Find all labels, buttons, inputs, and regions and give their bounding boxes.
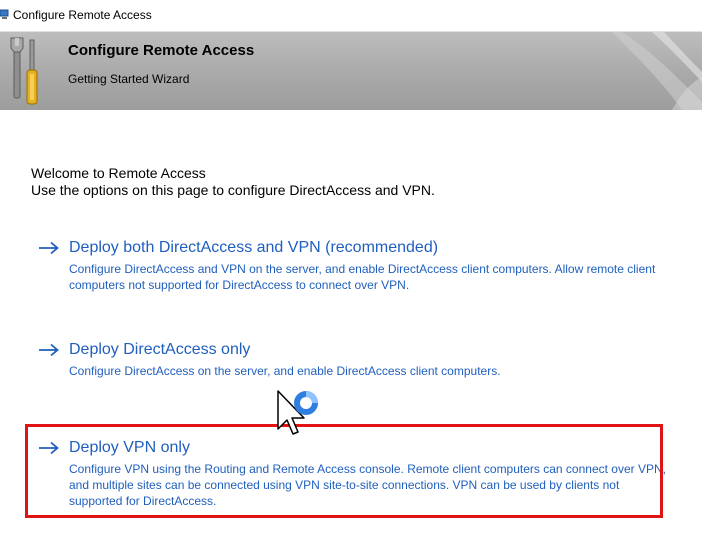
wizard-banner: Configure Remote Access Getting Started …	[0, 32, 702, 110]
option-header[interactable]: Deploy both DirectAccess and VPN (recomm…	[38, 237, 668, 259]
option-description: Configure DirectAccess and VPN on the se…	[69, 262, 656, 292]
busy-cursor-icon	[277, 390, 318, 435]
intro-text: Welcome to Remote Access Use the options…	[31, 165, 435, 199]
banner-title: Configure Remote Access	[68, 42, 255, 59]
option-deploy-directaccess[interactable]: Deploy DirectAccess only Configure Direc…	[38, 339, 668, 379]
welcome-heading: Welcome to Remote Access	[31, 165, 206, 181]
option-header[interactable]: Deploy DirectAccess only	[38, 339, 668, 361]
option-description: Configure DirectAccess on the server, an…	[69, 364, 501, 378]
tools-icon	[10, 37, 38, 105]
banner-decoration	[612, 32, 702, 110]
arrow-right-icon	[39, 241, 59, 255]
option-title[interactable]: Deploy both DirectAccess and VPN (recomm…	[69, 239, 438, 257]
remote-access-icon	[0, 9, 9, 19]
highlight-box	[25, 424, 663, 518]
arrow-right-icon	[39, 343, 59, 357]
banner-subtitle: Getting Started Wizard	[68, 72, 190, 86]
welcome-description: Use the options on this page to configur…	[31, 182, 435, 198]
option-title[interactable]: Deploy DirectAccess only	[69, 341, 250, 359]
title-bar[interactable]: Configure Remote Access	[0, 0, 702, 32]
configure-remote-access-window: Configure Remote Access Configure Remote…	[0, 0, 702, 551]
window-title: Configure Remote Access	[13, 8, 152, 22]
option-deploy-both[interactable]: Deploy both DirectAccess and VPN (recomm…	[38, 237, 668, 293]
